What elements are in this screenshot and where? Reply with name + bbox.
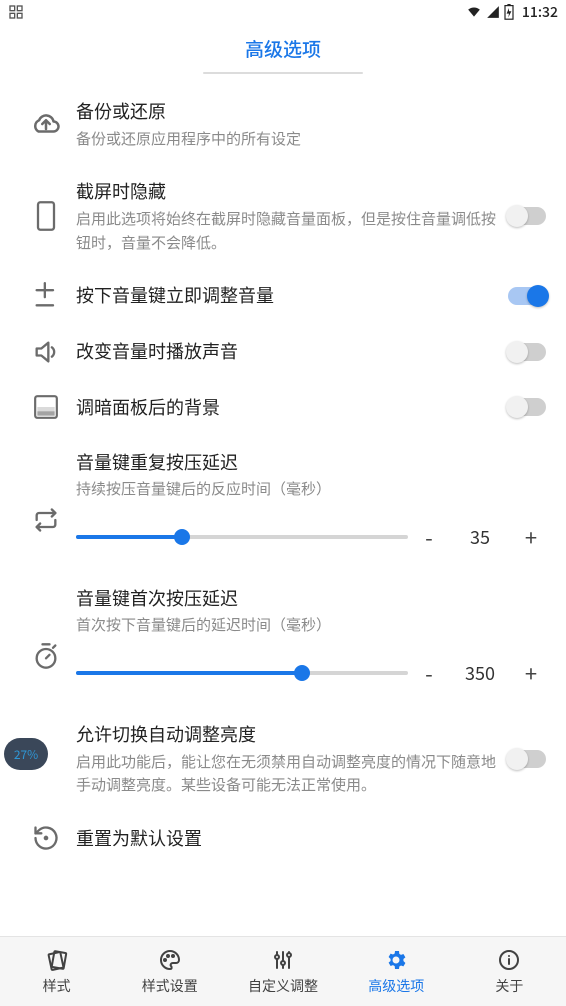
- bottom-nav: 样式 样式设置 自定义调整 高级选项: [0, 936, 566, 1006]
- phone-outline-icon: [16, 200, 76, 232]
- tab-label: 关于: [495, 976, 523, 996]
- gear-icon: [384, 948, 408, 972]
- row-repeat-delay: 音量键重复按压延迟 持续按压音量键后的反应时间（毫秒） - 35 +: [0, 435, 566, 571]
- cards-icon: [45, 948, 69, 972]
- info-icon: [497, 948, 521, 972]
- row-title: 截屏时隐藏: [76, 178, 498, 205]
- row-title: 备份或还原: [76, 98, 546, 125]
- tab-style[interactable]: 样式: [0, 937, 113, 1006]
- row-title: 重置为默认设置: [76, 825, 546, 852]
- status-time: 11:32: [522, 2, 558, 22]
- row-desc: 备份或还原应用程序中的所有设定: [76, 127, 546, 150]
- first-delay-value: 350: [450, 660, 510, 686]
- signal-icon: [486, 5, 500, 19]
- row-title: 按下音量键立即调整音量: [76, 282, 498, 309]
- volume-icon: [16, 338, 76, 366]
- row-allow-brightness-toggle[interactable]: 允许切换自动调整亮度 启用此功能后，能让您在无须禁用自动调整亮度的情况下随意地手…: [0, 707, 566, 811]
- tab-label: 自定义调整: [248, 976, 318, 996]
- page-title: 高级选项: [245, 35, 321, 62]
- apps-icon: [8, 4, 24, 20]
- row-reset-defaults[interactable]: 重置为默认设置: [0, 810, 566, 866]
- switch-dim-background[interactable]: [508, 398, 546, 416]
- first-delay-slider[interactable]: [76, 671, 408, 675]
- repeat-delay-slider[interactable]: [76, 535, 408, 539]
- gradient-icon: [16, 394, 76, 420]
- row-title: 允许切换自动调整亮度: [76, 721, 498, 748]
- row-instant-adjust[interactable]: 按下音量键立即调整音量: [0, 268, 566, 324]
- sliders-icon: [271, 948, 295, 972]
- battery-icon: [504, 4, 514, 20]
- tab-about[interactable]: 关于: [453, 937, 566, 1006]
- overlay-badge[interactable]: 27%: [4, 738, 48, 770]
- row-hide-on-screenshot[interactable]: 截屏时隐藏 启用此选项将始终在截屏时隐藏音量面板，但是按住音量调低按钮时，音量不…: [0, 164, 566, 268]
- palette-icon: [158, 948, 182, 972]
- row-title: 音量键重复按压延迟: [76, 449, 546, 476]
- first-delay-plus[interactable]: +: [516, 657, 546, 689]
- repeat-delay-plus[interactable]: +: [516, 521, 546, 553]
- row-desc: 启用此选项将始终在截屏时隐藏音量面板，但是按住音量调低按钮时，音量不会降低。: [76, 207, 498, 254]
- first-delay-minus[interactable]: -: [414, 657, 444, 689]
- switch-hide-on-screenshot[interactable]: [508, 207, 546, 225]
- page-header: 高级选项: [0, 24, 566, 72]
- settings-list: 备份或还原 备份或还原应用程序中的所有设定 截屏时隐藏 启用此选项将始终在截屏时…: [0, 74, 566, 866]
- wifi-icon: [466, 5, 482, 19]
- cloud-upload-icon: [16, 109, 76, 139]
- row-first-delay: 音量键首次按压延迟 首次按下音量键后的延迟时间（毫秒） - 350 +: [0, 571, 566, 707]
- tab-advanced[interactable]: 高级选项: [340, 937, 453, 1006]
- tab-label: 样式: [43, 976, 71, 996]
- plus-minus-icon: [16, 282, 76, 310]
- repeat-delay-minus[interactable]: -: [414, 521, 444, 553]
- row-desc: 启用此功能后，能让您在无须禁用自动调整亮度的情况下随意地手动调整亮度。某些设备可…: [76, 750, 498, 797]
- switch-instant-adjust[interactable]: [508, 287, 546, 305]
- row-desc: 持续按压音量键后的反应时间（毫秒）: [76, 478, 546, 499]
- status-bar: 11:32: [0, 0, 566, 24]
- overlay-badge-text: 27%: [14, 746, 38, 763]
- switch-play-sound[interactable]: [508, 343, 546, 361]
- row-desc: 首次按下音量键后的延迟时间（毫秒）: [76, 614, 546, 635]
- row-backup-restore[interactable]: 备份或还原 备份或还原应用程序中的所有设定: [0, 84, 566, 164]
- repeat-icon: [16, 449, 76, 553]
- tab-label: 样式设置: [142, 976, 198, 996]
- stopwatch-icon: [16, 585, 76, 689]
- row-title: 音量键首次按压延迟: [76, 585, 546, 612]
- row-title: 改变音量时播放声音: [76, 338, 498, 365]
- row-play-sound[interactable]: 改变音量时播放声音: [0, 324, 566, 380]
- switch-allow-brightness-toggle[interactable]: [508, 750, 546, 768]
- row-dim-background[interactable]: 调暗面板后的背景: [0, 380, 566, 435]
- repeat-delay-value: 35: [450, 524, 510, 550]
- tab-style-settings[interactable]: 样式设置: [113, 937, 226, 1006]
- tab-label: 高级选项: [368, 976, 424, 996]
- row-title: 调暗面板后的背景: [76, 394, 498, 421]
- tab-custom-adjust[interactable]: 自定义调整: [226, 937, 339, 1006]
- restore-icon: [16, 824, 76, 852]
